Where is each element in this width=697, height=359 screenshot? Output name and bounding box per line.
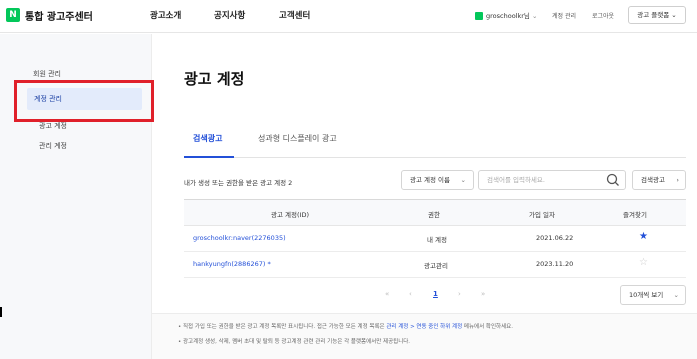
per-page-value: 10개씩 보기 xyxy=(629,291,664,299)
role-cell: 내 계정 xyxy=(427,236,448,244)
sidebar-item-manager-account[interactable]: 관리 계정 xyxy=(39,141,67,151)
tab-search-ad[interactable]: 검색광고 xyxy=(193,133,222,144)
tab-display-ad[interactable]: 성과형 디스플레이 광고 xyxy=(258,133,337,144)
star-icon[interactable]: ★ xyxy=(639,231,648,242)
pager-first[interactable]: « xyxy=(385,290,389,298)
account-link[interactable]: groschoolkr:naver(2276035) xyxy=(193,234,286,242)
pager-current-page[interactable]: 1 xyxy=(433,290,438,298)
service-title[interactable]: 통합 광고주센터 xyxy=(25,8,93,23)
naver-logo-icon[interactable]: N xyxy=(6,8,20,22)
table-row: hankyungfn(2886267) * 광고관리 2023.11.20 ☆ xyxy=(184,252,686,278)
search-ad-button[interactable]: 검색광고 › xyxy=(632,170,686,190)
nav-notice[interactable]: 공지사항 xyxy=(214,9,245,21)
ad-platform-button[interactable]: 광고 플랫폼 ⌄ xyxy=(628,6,686,24)
search-type-select[interactable]: 광고 계정 이름 ⌄ xyxy=(401,170,474,190)
chevron-right-icon: › xyxy=(676,176,679,184)
search-ad-button-label: 검색광고 xyxy=(641,176,665,184)
note-line-1: • 직접 가입 또는 권한을 받은 광고 계정 목록만 표시됩니다. 접근 가능… xyxy=(178,322,513,330)
account-naver-icon xyxy=(475,12,483,20)
date-cell: 2023.11.20 xyxy=(536,260,574,268)
account-count-text: 내가 생성 또는 권한을 받은 광고 계정 2 xyxy=(184,179,293,187)
sidebar-item-member[interactable]: 회원 관리 xyxy=(33,69,61,79)
annotation-highlight-box xyxy=(14,80,154,122)
per-page-select[interactable]: 10개씩 보기 ⌄ xyxy=(620,285,686,305)
role-cell: 광고관리 xyxy=(424,262,448,270)
pager-next[interactable]: › xyxy=(458,290,461,298)
pager-prev[interactable]: ‹ xyxy=(409,290,412,298)
account-manage-link[interactable]: 계정 관리 xyxy=(552,11,576,20)
header-date: 가입 일자 xyxy=(529,211,555,219)
logout-link[interactable]: 로그아웃 xyxy=(592,11,614,20)
note-text: • 직접 가입 또는 권한을 받은 광고 계정 목록만 표시됩니다. 접근 가능… xyxy=(178,324,387,330)
manager-account-link[interactable]: 관리 계정 > 연동 중인 하위 계정 xyxy=(386,324,462,330)
search-type-value: 광고 계정 이름 xyxy=(410,176,451,184)
chevron-down-icon: ⌄ xyxy=(673,291,679,299)
date-cell: 2021.06.22 xyxy=(536,234,574,242)
sidebar-item-ad-account[interactable]: 광고 계정 xyxy=(39,121,67,131)
table-header: 광고 계정(ID) 권한 가입 일자 즐겨찾기 xyxy=(184,199,686,226)
account-name: groschoolkr님 xyxy=(486,12,530,20)
star-icon[interactable]: ☆ xyxy=(639,257,648,268)
account-chevron-icon: ⌄ xyxy=(531,12,538,20)
header-account: 광고 계정(ID) xyxy=(271,211,309,219)
account-menu[interactable]: groschoolkr님 ⌄ xyxy=(475,10,537,20)
account-link[interactable]: hankyungfn(2886267) * xyxy=(193,260,271,268)
nav-ad-intro[interactable]: 광고소개 xyxy=(150,9,181,21)
header-favorite: 즐겨찾기 xyxy=(623,211,647,219)
note-line-2: • 광고계정 생성, 삭제, 멤버 초대 및 탈퇴 등 광고계정 관련 관리 기… xyxy=(178,339,411,345)
tab-active-indicator xyxy=(184,156,234,158)
edge-mark xyxy=(0,307,2,317)
page-title: 광고 계정 xyxy=(184,70,245,88)
search-icon[interactable] xyxy=(604,172,622,188)
header-role: 권한 xyxy=(428,211,440,219)
tab-divider xyxy=(184,157,686,158)
nav-customer-center[interactable]: 고객센터 xyxy=(279,9,310,21)
note-text: 메뉴에서 확인하세요. xyxy=(462,324,513,330)
top-header: N 통합 광고주센터 광고소개 공지사항 고객센터 groschoolkr님 ⌄… xyxy=(0,0,697,33)
table-row: groschoolkr:naver(2276035) 내 계정 2021.06.… xyxy=(184,226,686,252)
chevron-down-icon: ⌄ xyxy=(460,176,466,184)
pager-last[interactable]: » xyxy=(481,290,485,298)
notes-panel xyxy=(152,313,697,359)
